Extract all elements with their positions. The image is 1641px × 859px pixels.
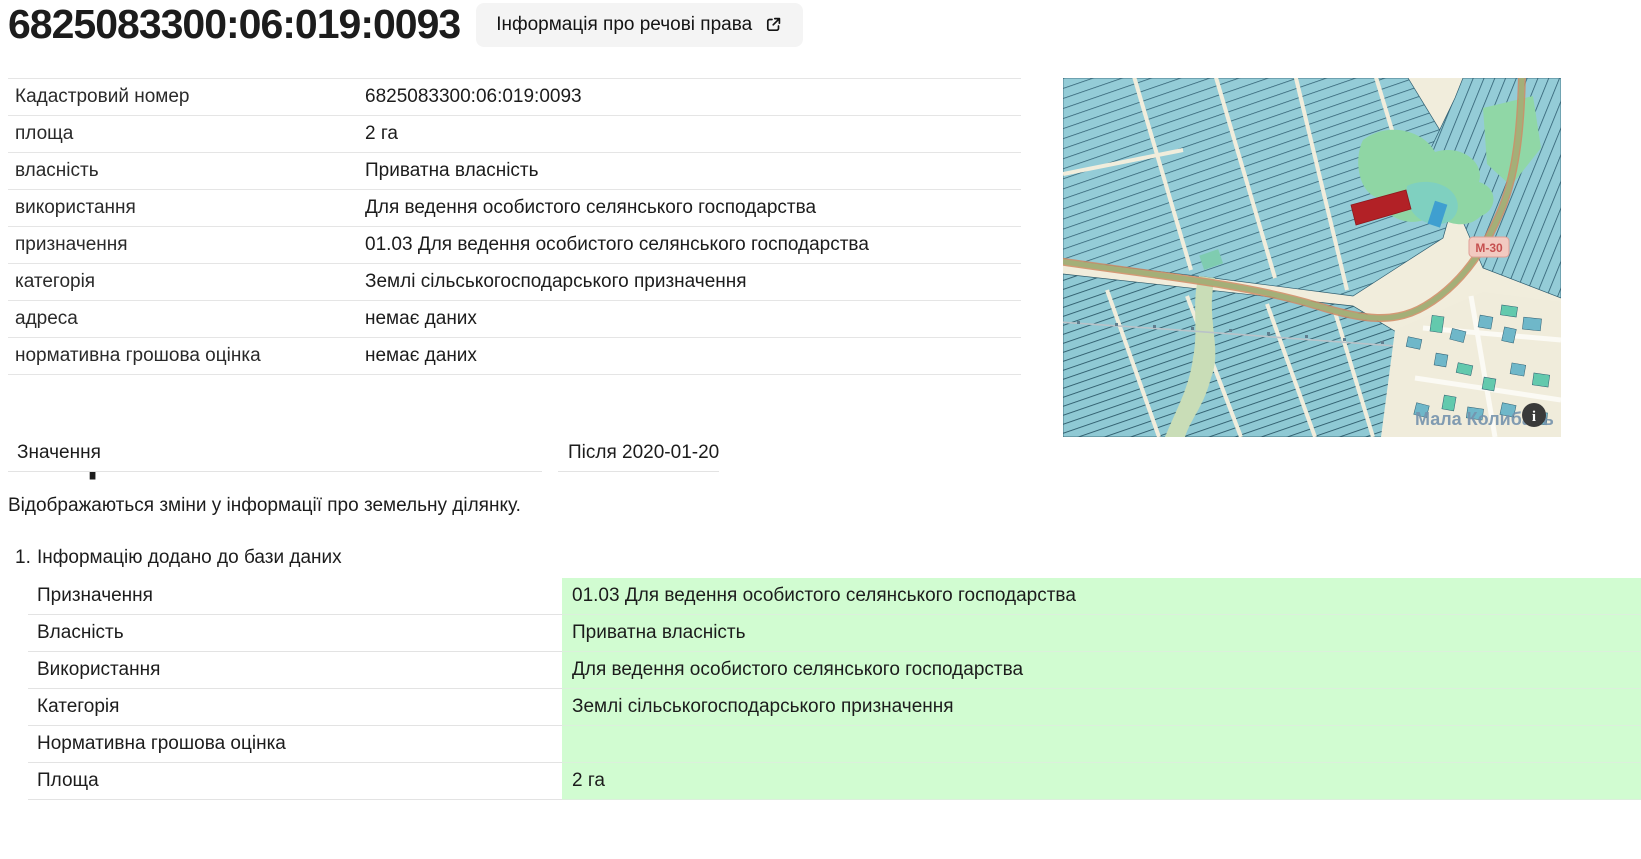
row-value: Приватна власність [562, 615, 1641, 652]
svg-text:i: i [1532, 409, 1536, 425]
row-label: Призначення [28, 578, 562, 615]
row-label: Використання [28, 652, 562, 689]
table-row: Кадастровий номер 6825083300:06:019:0093 [8, 79, 1021, 116]
row-value: 01.03 Для ведення особистого селянського… [562, 578, 1641, 615]
row-value: Для ведення особистого селянського госпо… [365, 197, 1021, 219]
history-entry: 1. Інформацію додано до бази даних Значе… [0, 547, 1641, 800]
row-value: 2 га [562, 763, 1641, 800]
row-value: Землі сільськогосподарського призначення [365, 271, 1021, 293]
road-badge: М-30 [1469, 237, 1509, 257]
table-row: Площа 2 га [28, 763, 1641, 800]
history-description: Відображаються зміни у інформації про зе… [8, 495, 1641, 517]
row-label: Власність [28, 615, 562, 652]
row-value: 01.03 Для ведення особистого селянського… [365, 234, 1021, 256]
table-row: Використання Для ведення особистого селя… [28, 652, 1641, 689]
row-label: Нормативна грошова оцінка [28, 726, 562, 763]
table-row: Власність Приватна власність [28, 615, 1641, 652]
table-row: призначення 01.03 Для ведення особистого… [8, 227, 1021, 264]
row-label: Кадастровий номер [8, 86, 365, 108]
row-label: нормативна грошова оцінка [8, 345, 365, 367]
row-value: 6825083300:06:019:0093 [365, 86, 1021, 108]
table-header-row: Значення Після 2020-01-20 [8, 435, 719, 472]
page-title: 6825083300:06:019:0093 [8, 2, 460, 47]
row-label: призначення [8, 234, 365, 256]
history-section: Історія Відображаються зміни у інформаці… [0, 433, 1641, 800]
row-label: використання [8, 197, 365, 219]
header: 6825083300:06:019:0093 Інформація про ре… [8, 2, 803, 47]
row-value: немає даних [365, 308, 1021, 330]
table-row: площа 2 га [8, 116, 1021, 153]
history-table: Значення Після 2020-01-20 Призначення 01… [28, 578, 1641, 800]
header-label: Значення [8, 435, 542, 472]
row-label: Площа [28, 763, 562, 800]
parcel-page: 6825083300:06:019:0093 Інформація про ре… [0, 0, 1641, 859]
table-row: категорія Землі сільськогосподарського п… [8, 264, 1021, 301]
row-label: Категорія [28, 689, 562, 726]
map-info-icon[interactable]: i [1522, 403, 1546, 427]
header-value: Після 2020-01-20 [558, 435, 719, 472]
entry-title-text: Інформацію додано до бази даних [37, 547, 342, 569]
entry-number: 1. [15, 547, 28, 569]
row-value: немає даних [365, 345, 1021, 367]
row-label: категорія [8, 271, 365, 293]
row-label: власність [8, 160, 365, 182]
svg-text:М-30: М-30 [1475, 241, 1503, 255]
property-rights-button[interactable]: Інформація про речові права [476, 3, 803, 47]
table-row: Категорія Землі сільськогосподарського п… [28, 689, 1641, 726]
table-row: власність Приватна власність [8, 153, 1021, 190]
row-value [562, 726, 1641, 763]
row-value: Землі сільськогосподарського призначення [562, 689, 1641, 726]
cadastral-map[interactable]: М-30 Мала Колибань i [1063, 78, 1561, 437]
parcel-info-table: Кадастровий номер 6825083300:06:019:0093… [8, 78, 1021, 375]
row-value: Для ведення особистого селянського госпо… [562, 652, 1641, 689]
table-row: використання Для ведення особистого селя… [8, 190, 1021, 227]
row-value: 2 га [365, 123, 1021, 145]
table-row: адреса немає даних [8, 301, 1021, 338]
table-row: Нормативна грошова оцінка [28, 726, 1641, 763]
table-row: нормативна грошова оцінка немає даних [8, 338, 1021, 375]
row-label: адреса [8, 308, 365, 330]
external-link-icon [764, 15, 783, 34]
row-value: Приватна власність [365, 160, 1021, 182]
table-row: Призначення 01.03 Для ведення особистого… [28, 578, 1641, 615]
history-entry-title: 1. Інформацію додано до бази даних [15, 547, 1641, 569]
property-rights-button-label: Інформація про речові права [496, 14, 752, 36]
row-label: площа [8, 123, 365, 145]
